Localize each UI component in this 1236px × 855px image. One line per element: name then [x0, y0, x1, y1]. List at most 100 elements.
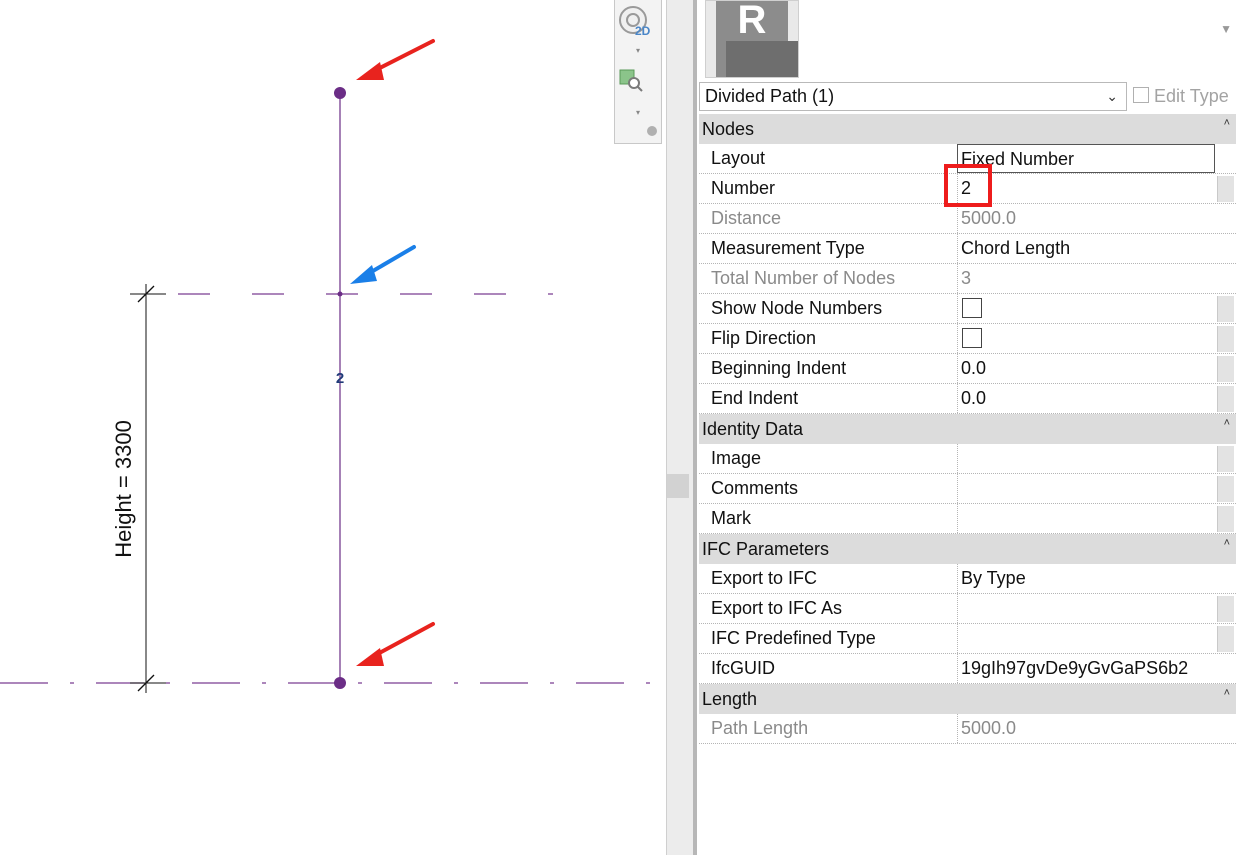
property-value[interactable]: [957, 594, 1215, 623]
property-row-export-to-ifc: Export to IFC By Type: [699, 564, 1236, 594]
svg-text:2D: 2D: [635, 24, 651, 38]
property-row-path-length: Path Length 5000.0: [699, 714, 1236, 744]
property-label: Total Number of Nodes: [711, 268, 896, 288]
associate-parameter-button[interactable]: [1217, 596, 1234, 622]
property-label: Beginning Indent: [711, 358, 847, 378]
collapse-chevron-icon[interactable]: ˄: [1224, 678, 1230, 708]
property-value[interactable]: [957, 624, 1215, 653]
zoom-region-icon[interactable]: [615, 64, 661, 104]
drawing-canvas[interactable]: 2 Height = 3300 2D ▾ ▾: [0, 0, 666, 855]
blue-arrow: [350, 245, 416, 284]
navigation-bar: 2D ▾ ▾: [614, 0, 662, 144]
edit-type-button[interactable]: Edit Type: [1133, 82, 1233, 111]
splitter-grip[interactable]: [667, 474, 689, 498]
dimension-label[interactable]: Height = 3300: [111, 420, 136, 558]
associate-parameter-button[interactable]: [1217, 356, 1234, 382]
zoom-dropdown-icon[interactable]: ▾: [615, 108, 661, 118]
associate-parameter-button[interactable]: [1217, 326, 1234, 352]
property-row-distance: Distance 5000.0: [699, 204, 1236, 234]
property-value: 5000.0: [957, 714, 1215, 743]
steering-wheel-2d-icon[interactable]: 2D: [615, 2, 661, 42]
properties-grid: Nodes ˄ Layout Fixed Number Number 2 Distance 5…: [699, 114, 1236, 744]
collapse-chevron-icon[interactable]: ˄: [1224, 408, 1230, 438]
property-row-total-number-of-nodes: Total Number of Nodes 3: [699, 264, 1236, 294]
property-checkbox[interactable]: [962, 328, 982, 348]
group-header-ifc-parameters[interactable]: IFC Parameters ˄: [699, 534, 1236, 564]
property-row-export-to-ifc-as: Export to IFC As: [699, 594, 1236, 624]
group-header-nodes[interactable]: Nodes ˄: [699, 114, 1236, 144]
property-value[interactable]: [957, 294, 1215, 323]
property-row-measurement-type: Measurement Type Chord Length: [699, 234, 1236, 264]
property-value[interactable]: [957, 444, 1215, 473]
path-end-node-bottom[interactable]: [334, 677, 346, 689]
associate-parameter-button[interactable]: [1217, 626, 1234, 652]
property-label: Export to IFC: [711, 568, 818, 588]
group-header-identity-data[interactable]: Identity Data ˄: [699, 414, 1236, 444]
group-title: Identity Data: [702, 419, 804, 439]
property-value[interactable]: 0.0: [957, 354, 1215, 383]
property-label: End Indent: [711, 388, 799, 408]
element-selector-value: Divided Path (1): [705, 86, 835, 106]
collapse-chevron-icon[interactable]: ˄: [1224, 108, 1230, 138]
drawing-svg: 2 Height = 3300: [0, 39, 664, 693]
property-label: Image: [711, 448, 762, 468]
group-header-length[interactable]: Length ˄: [699, 684, 1236, 714]
property-label: Export to IFC As: [711, 598, 843, 618]
steering-wheel-dropdown-icon[interactable]: ▾: [615, 46, 661, 56]
property-value[interactable]: [957, 474, 1215, 503]
property-value: 3: [957, 264, 1215, 293]
properties-palette: R ▼ Divided Path (1) ⌄ Edit Type Nodes ˄ L…: [697, 0, 1236, 855]
property-label: Mark: [711, 508, 751, 528]
property-row-ifc-predefined-type: IFC Predefined Type: [699, 624, 1236, 654]
property-value[interactable]: [957, 324, 1215, 353]
group-title: Length: [702, 689, 758, 709]
property-label: Comments: [711, 478, 799, 498]
property-row-number: Number 2: [699, 174, 1236, 204]
property-label: IFC Predefined Type: [711, 628, 876, 648]
property-value[interactable]: [957, 504, 1215, 533]
chevron-down-icon: ⌄: [1106, 88, 1118, 104]
property-row-image: Image: [699, 444, 1236, 474]
associate-parameter-button[interactable]: [1217, 176, 1234, 202]
path-division-node[interactable]: [337, 291, 343, 297]
property-row-mark: Mark: [699, 504, 1236, 534]
property-label: Flip Direction: [711, 328, 817, 348]
property-row-comments: Comments: [699, 474, 1236, 504]
property-value[interactable]: By Type: [957, 564, 1215, 593]
edit-type-icon: [1133, 87, 1149, 103]
panel-splitter[interactable]: [666, 0, 697, 855]
type-selector-scroll-icon[interactable]: ▼: [1220, 22, 1232, 36]
property-label: Distance: [711, 208, 782, 228]
associate-parameter-button[interactable]: [1217, 446, 1234, 472]
path-end-node-top[interactable]: [334, 87, 346, 99]
property-row-end-indent: End Indent 0.0: [699, 384, 1236, 414]
property-label: IfcGUID: [711, 658, 776, 678]
property-value: 5000.0: [957, 204, 1215, 233]
node-number-label: 2: [336, 370, 344, 387]
property-label: Measurement Type: [711, 238, 865, 258]
property-row-show-node-numbers: Show Node Numbers: [699, 294, 1236, 324]
collapse-chevron-icon[interactable]: ˄: [1224, 528, 1230, 558]
group-title: Nodes: [702, 119, 755, 139]
property-label: Layout: [711, 148, 766, 168]
property-value[interactable]: 0.0: [957, 384, 1215, 413]
type-image: R: [705, 0, 799, 78]
property-row-flip-direction: Flip Direction: [699, 324, 1236, 354]
property-row-beginning-indent: Beginning Indent 0.0: [699, 354, 1236, 384]
associate-parameter-button[interactable]: [1217, 296, 1234, 322]
edit-type-label: Edit Type: [1154, 86, 1229, 106]
red-arrow-top: [356, 39, 435, 80]
navbar-options-icon[interactable]: [647, 126, 657, 136]
property-label: Path Length: [711, 718, 809, 738]
property-value[interactable]: Fixed Number: [957, 144, 1215, 173]
element-selector-dropdown[interactable]: Divided Path (1) ⌄: [699, 82, 1127, 111]
property-checkbox[interactable]: [962, 298, 982, 318]
property-value[interactable]: Chord Length: [957, 234, 1215, 263]
group-title: IFC Parameters: [702, 539, 830, 559]
revit-logo-icon: R: [716, 0, 798, 77]
property-label: Show Node Numbers: [711, 298, 883, 318]
associate-parameter-button[interactable]: [1217, 476, 1234, 502]
property-value[interactable]: 19gIh97gvDe9yGvGaPS6b2: [957, 654, 1215, 683]
property-value[interactable]: 2: [957, 174, 1215, 203]
property-row-ifcguid: IfcGUID 19gIh97gvDe9yGvGaPS6b2: [699, 654, 1236, 684]
